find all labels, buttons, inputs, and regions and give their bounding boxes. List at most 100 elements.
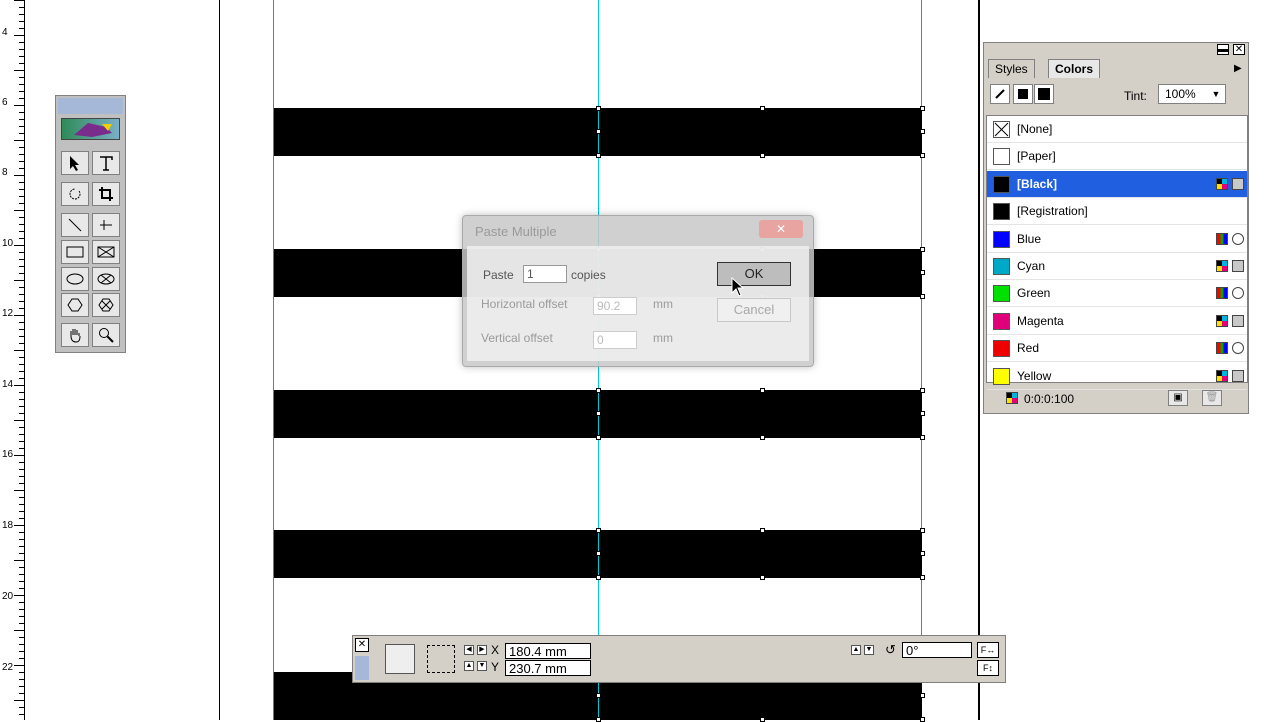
rotate-tool-icon[interactable] bbox=[61, 182, 89, 206]
selection-handle[interactable] bbox=[596, 575, 601, 580]
rotation-field[interactable]: 0° bbox=[902, 642, 972, 658]
color-row[interactable]: Cyan bbox=[987, 253, 1247, 280]
vertical-offset-input[interactable]: 0 bbox=[593, 331, 637, 349]
color-row[interactable]: Yellow bbox=[987, 363, 1247, 390]
selection-handle[interactable] bbox=[596, 129, 601, 134]
selection-handle[interactable] bbox=[920, 106, 925, 111]
color-row[interactable]: Red bbox=[987, 335, 1247, 363]
close-icon[interactable]: ✕ bbox=[355, 638, 369, 652]
frame-color-icon[interactable] bbox=[990, 84, 1010, 104]
chevron-down-icon[interactable]: ▼ bbox=[1209, 87, 1223, 101]
colors-palette: ▬ ✕ Styles Colors ▶ Tint: 100% ▼ [None][… bbox=[983, 42, 1249, 414]
selection-handle[interactable] bbox=[920, 528, 925, 533]
selection-handle[interactable] bbox=[596, 388, 601, 393]
selection-handle[interactable] bbox=[596, 411, 601, 416]
ruler-tick bbox=[14, 455, 24, 456]
selection-handle[interactable] bbox=[596, 153, 601, 158]
process-color-icon bbox=[1232, 260, 1244, 272]
line-tool-icon[interactable] bbox=[61, 213, 89, 237]
rectangle-tool-icon[interactable] bbox=[61, 240, 89, 264]
selection-handle[interactable] bbox=[760, 575, 765, 580]
selection-handle[interactable] bbox=[760, 528, 765, 533]
orthogonal-line-tool-icon[interactable] bbox=[92, 213, 120, 237]
selection-handle[interactable] bbox=[760, 435, 765, 440]
selection-handle[interactable] bbox=[920, 270, 925, 275]
polygon-frame-tool-icon[interactable] bbox=[92, 293, 120, 317]
nudge-down-icon[interactable]: ▼ bbox=[477, 661, 487, 671]
selection-handle[interactable] bbox=[596, 528, 601, 533]
vertical-ruler[interactable]: 4 6 8 10 12 14 16 18 20 22 bbox=[0, 0, 25, 720]
color-row[interactable]: [Black] bbox=[987, 170, 1247, 198]
selection-handle[interactable] bbox=[920, 435, 925, 440]
horizontal-offset-input[interactable]: 90.2 bbox=[593, 297, 637, 315]
ruler-tick bbox=[19, 49, 24, 50]
tab-colors[interactable]: Colors bbox=[1048, 59, 1101, 78]
color-row[interactable]: Magenta bbox=[987, 308, 1247, 335]
selection-handle[interactable] bbox=[596, 106, 601, 111]
text-tool-icon[interactable] bbox=[92, 151, 120, 175]
ellipse-frame-tool-icon[interactable] bbox=[92, 267, 120, 291]
minimize-icon[interactable]: ▬ bbox=[1217, 44, 1229, 55]
nudge-down-icon[interactable]: ▼ bbox=[864, 645, 874, 655]
nudge-right-icon[interactable]: ▶ bbox=[477, 645, 487, 655]
x-position-field[interactable]: 180.4 mm bbox=[505, 643, 591, 659]
palette-titlebar[interactable] bbox=[355, 656, 369, 680]
pointer-tool-icon[interactable] bbox=[61, 151, 89, 175]
background-color-icon[interactable] bbox=[1034, 84, 1054, 104]
ellipse-tool-icon[interactable] bbox=[61, 267, 89, 291]
rectangle-frame-tool-icon[interactable] bbox=[92, 240, 120, 264]
contents-color-icon[interactable] bbox=[1013, 84, 1033, 104]
copies-input[interactable]: 1 bbox=[523, 265, 567, 283]
hand-tool-icon[interactable] bbox=[61, 323, 89, 347]
close-icon[interactable]: ✕ bbox=[759, 220, 803, 238]
palette-menu-arrow-icon[interactable]: ▶ bbox=[1234, 63, 1242, 74]
selection-handle[interactable] bbox=[920, 411, 925, 416]
zoom-tool-icon[interactable] bbox=[92, 323, 120, 347]
selection-handle[interactable] bbox=[920, 247, 925, 252]
trash-icon[interactable]: 🗑 bbox=[1202, 390, 1222, 406]
tab-styles[interactable]: Styles bbox=[988, 59, 1035, 78]
bounding-box-icon[interactable] bbox=[427, 645, 455, 673]
nudge-up-icon[interactable]: ▲ bbox=[851, 645, 861, 655]
flip-horizontal-icon[interactable]: F↔ bbox=[977, 642, 999, 658]
nudge-left-icon[interactable]: ◀ bbox=[464, 645, 474, 655]
selection-handle[interactable] bbox=[920, 129, 925, 134]
selection-handle[interactable] bbox=[596, 435, 601, 440]
color-swatch bbox=[993, 175, 1010, 193]
palette-titlebar[interactable]: ▬ ✕ bbox=[984, 43, 1248, 57]
cmyk-icon bbox=[1006, 392, 1018, 404]
crop-tool-icon[interactable] bbox=[92, 182, 120, 206]
selection-handle[interactable] bbox=[760, 388, 765, 393]
selection-handle[interactable] bbox=[760, 153, 765, 158]
horizontal-offset-label: Horizontal offset bbox=[481, 297, 568, 311]
selection-handle[interactable] bbox=[920, 388, 925, 393]
selection-handle[interactable] bbox=[760, 106, 765, 111]
close-icon[interactable]: ✕ bbox=[1233, 44, 1245, 55]
selection-handle[interactable] bbox=[596, 693, 601, 698]
polygon-tool-icon[interactable] bbox=[61, 293, 89, 317]
ruler-tick bbox=[19, 644, 24, 645]
cancel-button[interactable]: Cancel bbox=[717, 298, 791, 322]
reference-point-icon[interactable] bbox=[385, 644, 415, 674]
selection-handle[interactable] bbox=[920, 551, 925, 556]
color-row[interactable]: [None] bbox=[987, 116, 1247, 143]
y-position-field[interactable]: 230.7 mm bbox=[505, 660, 591, 676]
color-row[interactable]: [Paper] bbox=[987, 143, 1247, 171]
new-color-icon[interactable]: ▣ bbox=[1168, 390, 1188, 406]
color-list: [None] [Paper] [Black] [Registration] Blue Cy… bbox=[986, 115, 1248, 390]
tint-select[interactable]: 100% ▼ bbox=[1158, 84, 1226, 104]
color-row[interactable]: [Registration] bbox=[987, 198, 1247, 226]
selection-handle[interactable] bbox=[920, 153, 925, 158]
ok-button[interactable]: OK bbox=[717, 262, 791, 286]
selection-handle[interactable] bbox=[920, 294, 925, 299]
selection-handle[interactable] bbox=[596, 551, 601, 556]
color-row[interactable]: Blue bbox=[987, 226, 1247, 253]
selection-handle[interactable] bbox=[920, 693, 925, 698]
ruler-tick bbox=[19, 308, 24, 309]
flip-vertical-icon[interactable]: F↕ bbox=[977, 660, 999, 676]
color-row[interactable]: Green bbox=[987, 280, 1247, 308]
ruler-label: 20 bbox=[2, 591, 14, 602]
toolbox-titlebar[interactable] bbox=[58, 98, 123, 114]
selection-handle[interactable] bbox=[920, 575, 925, 580]
nudge-up-icon[interactable]: ▲ bbox=[464, 661, 474, 671]
